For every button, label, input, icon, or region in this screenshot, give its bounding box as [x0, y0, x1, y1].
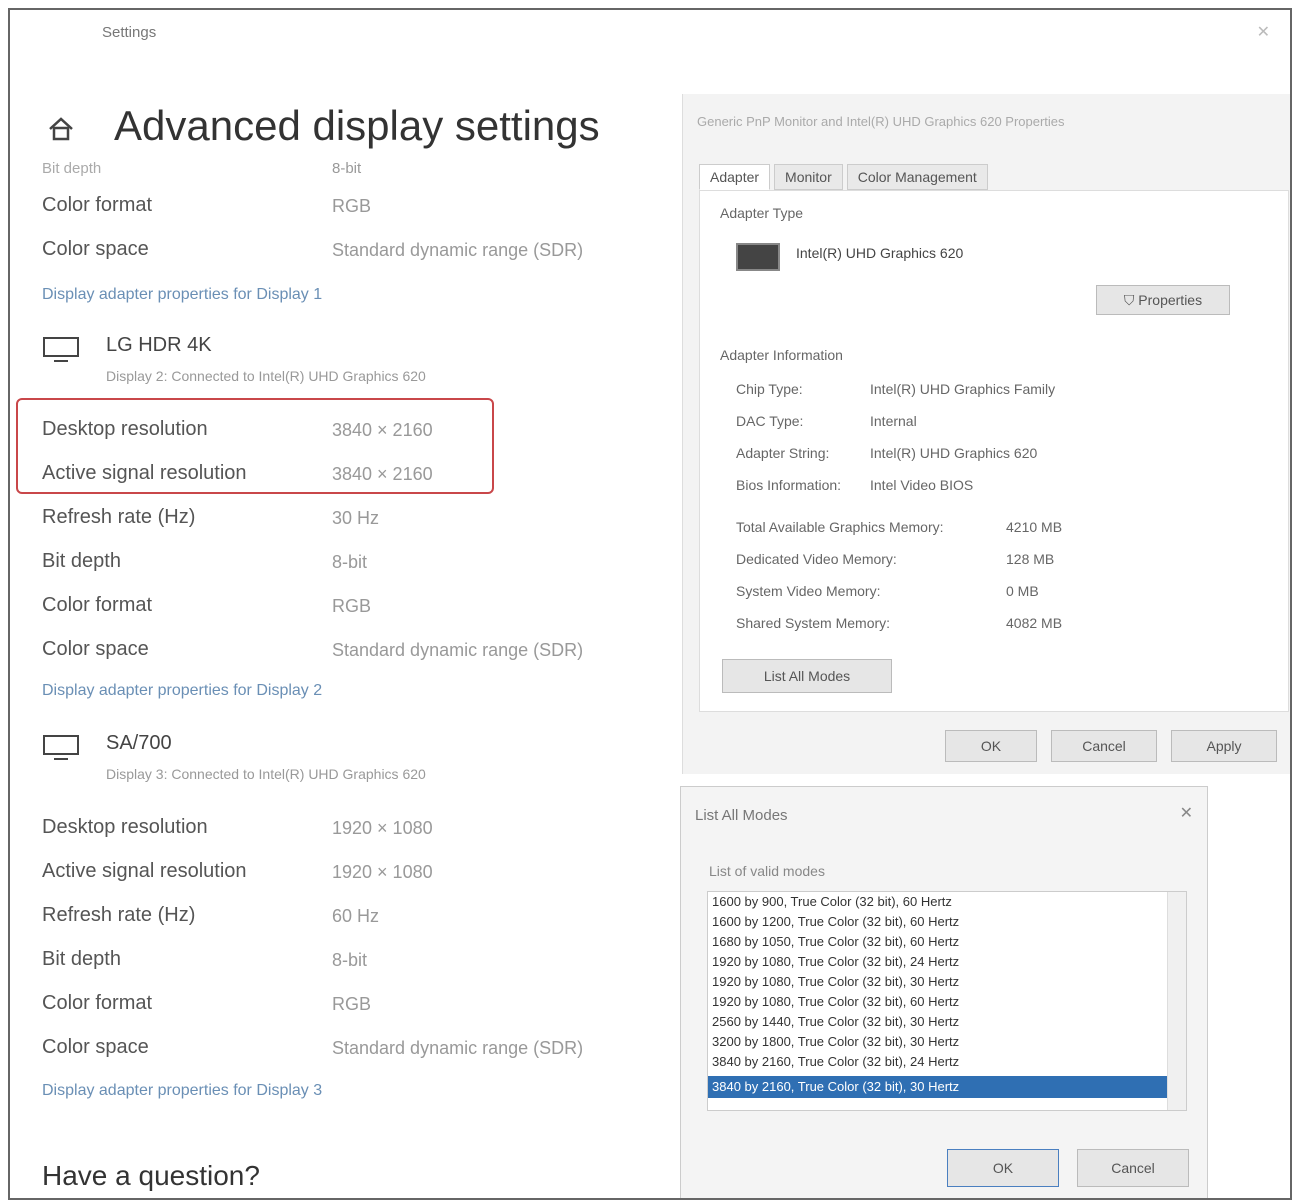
row-value: RGB [332, 994, 372, 1014]
row-value: 8-bit [332, 950, 368, 970]
adapter-name: Intel(R) UHD Graphics 620 [796, 245, 964, 261]
list-item[interactable]: 1680 by 1050, True Color (32 bit), 60 He… [712, 934, 959, 949]
row-value: Standard dynamic range (SDR) [332, 640, 584, 660]
adapter-properties-link[interactable]: Display adapter properties for Display 1 [42, 286, 322, 304]
home-icon[interactable] [46, 114, 76, 144]
row-value: Standard dynamic range (SDR) [332, 240, 584, 260]
row-value: 60 Hz [332, 906, 380, 926]
row-value: RGB [332, 596, 372, 616]
tab-color-management[interactable]: Color Management [846, 164, 988, 190]
list-item[interactable]: 3200 by 1800, True Color (32 bit), 30 He… [712, 1034, 959, 1049]
ok-button[interactable]: OK [947, 1149, 1059, 1187]
row-label: Color space [42, 1036, 149, 1058]
have-a-question-heading: Have a question? [42, 1160, 260, 1191]
info-key: Adapter String: [736, 445, 830, 461]
row-label: Bit depth [42, 160, 102, 177]
info-value: Intel(R) UHD Graphics Family [870, 381, 1056, 397]
row-label: Color format [42, 594, 153, 616]
adapter-properties-link[interactable]: Display adapter properties for Display 2 [42, 682, 322, 700]
selected-list-item[interactable]: 3840 by 2160, True Color (32 bit), 30 He… [708, 1076, 1168, 1098]
row-label: Color space [42, 638, 149, 660]
info-key: DAC Type: [736, 413, 804, 429]
info-key: Chip Type: [736, 381, 803, 397]
close-icon[interactable]: ✕ [1257, 22, 1270, 42]
graphics-card-icon [736, 243, 780, 271]
tab-adapter[interactable]: Adapter [699, 164, 771, 190]
list-item[interactable]: 1920 by 1080, True Color (32 bit), 60 He… [712, 994, 959, 1009]
list-item[interactable]: 3840 by 2160, True Color (32 bit), 24 He… [712, 1054, 959, 1069]
info-key: Bios Information: [736, 477, 842, 493]
info-value: Internal [870, 413, 917, 429]
ok-button[interactable]: OK [945, 730, 1037, 762]
page-title: Advanced display settings [114, 102, 600, 149]
row-label: Color space [42, 238, 149, 260]
memory-value: 4210 MB [1006, 519, 1063, 535]
list-item[interactable]: 2560 by 1440, True Color (32 bit), 30 He… [712, 1014, 959, 1029]
window-title: Settings [102, 24, 157, 41]
adapter-properties-link[interactable]: Display adapter properties for Display 3 [42, 1082, 322, 1100]
row-label: Bit depth [42, 550, 121, 572]
monitor-icon [43, 337, 79, 362]
row-label: Refresh rate (Hz) [42, 904, 196, 926]
cancel-button[interactable]: Cancel [1077, 1149, 1189, 1187]
adapter-tab-panel: Adapter Type Intel(R) UHD Graphics 620 ⛉… [699, 190, 1289, 712]
row-value: Standard dynamic range (SDR) [332, 1038, 584, 1058]
row-value: 8-bit [332, 160, 362, 177]
dialog-tabs: Adapter Monitor Color Management [699, 164, 988, 190]
list-all-modes-button[interactable]: List All Modes [722, 659, 892, 693]
display-name: LG HDR 4K [106, 334, 212, 356]
memory-key: Shared System Memory: [736, 615, 891, 631]
shield-icon: ⛉ [1123, 292, 1135, 308]
dialog-title: Generic PnP Monitor and Intel(R) UHD Gra… [697, 114, 1065, 129]
properties-button-label: Properties [1138, 292, 1203, 308]
row-label: Active signal resolution [42, 860, 247, 882]
memory-value: 0 MB [1006, 583, 1039, 599]
modes-listbox[interactable]: 1600 by 900, True Color (32 bit), 60 Her… [707, 891, 1187, 1111]
adapter-properties-dialog: Generic PnP Monitor and Intel(R) UHD Gra… [682, 94, 1290, 774]
tab-monitor[interactable]: Monitor [774, 164, 843, 190]
list-item[interactable]: 1600 by 900, True Color (32 bit), 60 Her… [712, 894, 952, 909]
list-item[interactable]: 1920 by 1080, True Color (32 bit), 24 He… [712, 954, 959, 969]
info-value: Intel Video BIOS [870, 477, 974, 493]
row-label: Desktop resolution [42, 816, 208, 838]
memory-key: Total Available Graphics Memory: [736, 519, 944, 535]
cancel-button[interactable]: Cancel [1051, 730, 1157, 762]
display-subtitle: Display 2: Connected to Intel(R) UHD Gra… [106, 368, 426, 384]
row-label: Active signal resolution [42, 462, 247, 484]
memory-value: 4082 MB [1006, 615, 1063, 631]
memory-value: 128 MB [1006, 551, 1055, 567]
row-value: 30 Hz [332, 508, 380, 528]
memory-key: Dedicated Video Memory: [736, 551, 897, 567]
dialog-title: List All Modes [695, 807, 788, 824]
memory-key: System Video Memory: [736, 583, 881, 599]
row-label: Desktop resolution [42, 418, 208, 440]
row-label: Color format [42, 194, 153, 216]
close-icon[interactable]: ✕ [1180, 803, 1193, 823]
row-value: 8-bit [332, 552, 368, 572]
adapter-info-label: Adapter Information [720, 347, 843, 363]
row-label: Color format [42, 992, 153, 1014]
properties-button[interactable]: ⛉ Properties [1096, 285, 1230, 315]
row-value: RGB [332, 196, 372, 216]
apply-button[interactable]: Apply [1171, 730, 1277, 762]
row-value: 3840 × 2160 [332, 420, 433, 440]
list-item[interactable]: 1600 by 1200, True Color (32 bit), 60 He… [712, 914, 959, 929]
display-subtitle: Display 3: Connected to Intel(R) UHD Gra… [106, 766, 426, 782]
row-label: Refresh rate (Hz) [42, 506, 196, 528]
list-item[interactable]: 1920 by 1080, True Color (32 bit), 30 He… [712, 974, 959, 989]
info-value: Intel(R) UHD Graphics 620 [870, 445, 1038, 461]
row-label: Bit depth [42, 948, 121, 970]
settings-window: Settings ✕ Advanced display settings Bit… [8, 8, 1292, 1200]
row-value: 1920 × 1080 [332, 862, 433, 882]
valid-modes-label: List of valid modes [709, 863, 825, 879]
adapter-type-label: Adapter Type [720, 205, 804, 221]
listbox-scrollbar[interactable] [1167, 892, 1186, 1110]
row-value: 1920 × 1080 [332, 818, 433, 838]
row-value: 3840 × 2160 [332, 464, 433, 484]
monitor-icon [43, 735, 79, 760]
display-name: SA/700 [106, 732, 172, 754]
list-all-modes-dialog: List All Modes ✕ List of valid modes 160… [680, 786, 1208, 1198]
